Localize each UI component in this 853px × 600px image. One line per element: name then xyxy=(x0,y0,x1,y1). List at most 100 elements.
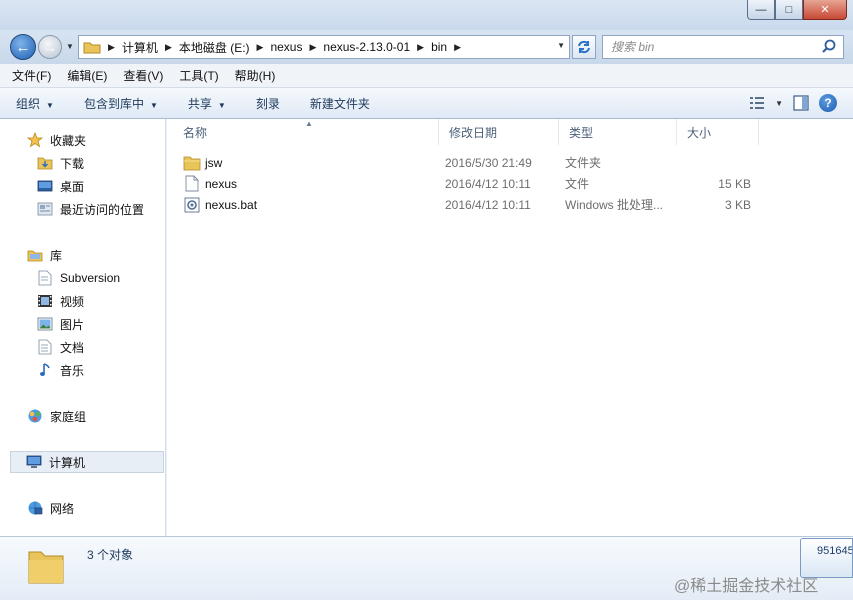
nav-computer-label: 计算机 xyxy=(49,455,86,470)
breadcrumb-arrow-icon[interactable]: ▶ xyxy=(108,42,115,53)
file-name: nexus xyxy=(205,176,238,191)
breadcrumb-arrow-icon[interactable]: ▶ xyxy=(165,42,172,53)
refresh-icon xyxy=(578,40,590,54)
folder-icon xyxy=(83,42,101,54)
close-button[interactable]: ✕ xyxy=(803,0,847,20)
desktop-icon xyxy=(36,178,54,194)
nav-recent-places-label: 最近访问的位置 xyxy=(60,202,145,217)
nav-homegroup-label: 家庭组 xyxy=(50,409,87,424)
file-icon xyxy=(183,175,201,193)
nav-subversion-label: Subversion xyxy=(60,271,121,285)
preview-pane-button[interactable] xyxy=(791,94,811,112)
organize-label: 组织 xyxy=(16,96,41,111)
breadcrumb-arrow-icon[interactable]: ▶ xyxy=(309,42,316,53)
menu-help[interactable]: 帮助(H) xyxy=(235,67,276,84)
column-header-name[interactable]: 名称 ▲ xyxy=(167,119,439,145)
caption-buttons: — □ ✕ xyxy=(747,0,847,20)
column-header-name-label: 名称 xyxy=(183,125,208,140)
downloads-folder-icon xyxy=(36,155,54,171)
file-size: 3 KB xyxy=(724,197,751,212)
maximize-button[interactable]: □ xyxy=(775,0,803,20)
nav-favorites[interactable]: 收藏夹 xyxy=(26,129,190,151)
nav-downloads-label: 下载 xyxy=(60,156,85,171)
nav-network[interactable]: 网络 xyxy=(26,497,190,519)
command-bar: 组织 ▼ 包含到库中 ▼ 共享 ▼ 刻录 新建文件夹 ▼ ? xyxy=(0,88,853,119)
title-bar: — □ ✕ xyxy=(0,0,853,30)
large-folder-icon xyxy=(28,551,64,584)
menu-tools[interactable]: 工具(T) xyxy=(179,67,218,84)
view-dropdown-icon[interactable]: ▼ xyxy=(775,99,783,108)
folder-icon xyxy=(183,154,201,172)
breadcrumb-arrow-icon[interactable]: ▶ xyxy=(454,42,461,53)
file-date: 2016/4/12 10:11 xyxy=(445,176,531,191)
recent-places-icon xyxy=(36,201,54,217)
nav-libraries-label: 库 xyxy=(50,248,63,263)
menu-file[interactable]: 文件(F) xyxy=(12,67,51,84)
library-icon xyxy=(26,247,44,263)
nav-libraries[interactable]: 库 xyxy=(26,244,190,266)
recent-pages-dropdown-icon[interactable]: ▼ xyxy=(66,42,74,51)
column-header-size[interactable]: 大小 xyxy=(677,119,759,145)
back-button[interactable]: ← xyxy=(10,34,36,60)
nav-pictures-label: 图片 xyxy=(60,317,85,332)
include-in-library-button[interactable]: 包含到库中 ▼ xyxy=(84,95,158,112)
file-date: 2016/5/30 21:49 xyxy=(445,155,532,170)
file-type: Windows 批处理... xyxy=(565,198,664,212)
help-icon[interactable]: ? xyxy=(819,94,837,112)
menu-bar: 文件(F) 编辑(E) 查看(V) 工具(T) 帮助(H) xyxy=(0,64,853,88)
change-view-button[interactable] xyxy=(747,94,767,112)
organize-button[interactable]: 组织 ▼ xyxy=(16,95,54,112)
new-folder-button[interactable]: 新建文件夹 xyxy=(310,95,370,112)
subversion-library-icon xyxy=(36,270,54,286)
address-bar[interactable]: ▶ 计算机 ▶ 本地磁盘 (E:) ▶ nexus ▶ nexus-2.13.0… xyxy=(78,35,570,59)
menu-view[interactable]: 查看(V) xyxy=(123,67,163,84)
file-date: 2016/4/12 10:11 xyxy=(445,197,531,212)
network-icon xyxy=(26,500,44,516)
breadcrumb-nexus-version[interactable]: nexus-2.13.0-01 xyxy=(323,40,410,54)
column-header-date[interactable]: 修改日期 xyxy=(439,119,559,145)
search-box[interactable] xyxy=(602,35,844,59)
file-name-cell[interactable]: jsw xyxy=(183,152,222,173)
column-header-type[interactable]: 类型 xyxy=(559,119,677,145)
breadcrumb-nexus[interactable]: nexus xyxy=(270,40,302,54)
file-type: 文件 xyxy=(565,177,590,191)
item-count: 3 个对象 xyxy=(87,548,134,562)
star-icon xyxy=(26,132,44,148)
navigation-pane: 收藏夹 下载 桌面 最近访问的位置 库 Subversion 视频 图片 文档 … xyxy=(0,119,166,536)
share-button[interactable]: 共享 ▼ xyxy=(188,95,226,112)
document-icon xyxy=(36,339,54,355)
file-row-nexus[interactable]: nexus 2016/4/12 10:11 文件 15 KB xyxy=(167,173,853,194)
nav-homegroup[interactable]: 家庭组 xyxy=(26,405,190,427)
refresh-button[interactable] xyxy=(572,35,596,59)
file-name-cell[interactable]: nexus.bat xyxy=(183,194,257,215)
picture-icon xyxy=(36,316,54,332)
file-type: 文件夹 xyxy=(565,156,602,170)
breadcrumb-local-disk[interactable]: 本地磁盘 (E:) xyxy=(179,39,250,56)
burn-button[interactable]: 刻录 xyxy=(256,95,280,112)
file-name-cell[interactable]: nexus xyxy=(183,173,237,194)
menu-edit[interactable]: 编辑(E) xyxy=(67,67,107,84)
breadcrumb-arrow-icon[interactable]: ▶ xyxy=(257,42,264,53)
view-controls: ▼ ? xyxy=(747,94,837,112)
search-input[interactable] xyxy=(603,36,813,58)
search-icon[interactable] xyxy=(821,39,837,55)
music-note-icon xyxy=(36,362,54,378)
file-row-nexus-bat[interactable]: nexus.bat 2016/4/12 10:11 Windows 批处理...… xyxy=(167,194,853,215)
forward-button[interactable]: → xyxy=(38,35,62,59)
file-name: nexus.bat xyxy=(205,197,258,212)
address-dropdown-icon[interactable]: ▼ xyxy=(557,41,565,50)
details-view-icon xyxy=(750,97,765,109)
nav-documents-label: 文档 xyxy=(60,340,85,355)
share-label: 共享 xyxy=(187,96,212,111)
breadcrumb-bin[interactable]: bin xyxy=(431,40,447,54)
breadcrumb-computer[interactable]: 计算机 xyxy=(122,39,158,56)
minimize-button[interactable]: — xyxy=(747,0,775,20)
file-row-jsw[interactable]: jsw 2016/5/30 21:49 文件夹 xyxy=(167,152,853,173)
breadcrumb-arrow-icon[interactable]: ▶ xyxy=(417,42,424,53)
video-icon xyxy=(36,293,54,309)
navigation-bar: ← → ▼ ▶ 计算机 ▶ 本地磁盘 (E:) ▶ nexus ▶ nexus-… xyxy=(0,30,853,64)
nav-music-label: 音乐 xyxy=(60,363,85,378)
nav-computer[interactable]: 计算机 xyxy=(10,451,164,473)
chevron-down-icon: ▼ xyxy=(217,100,226,110)
homegroup-icon xyxy=(26,408,44,424)
